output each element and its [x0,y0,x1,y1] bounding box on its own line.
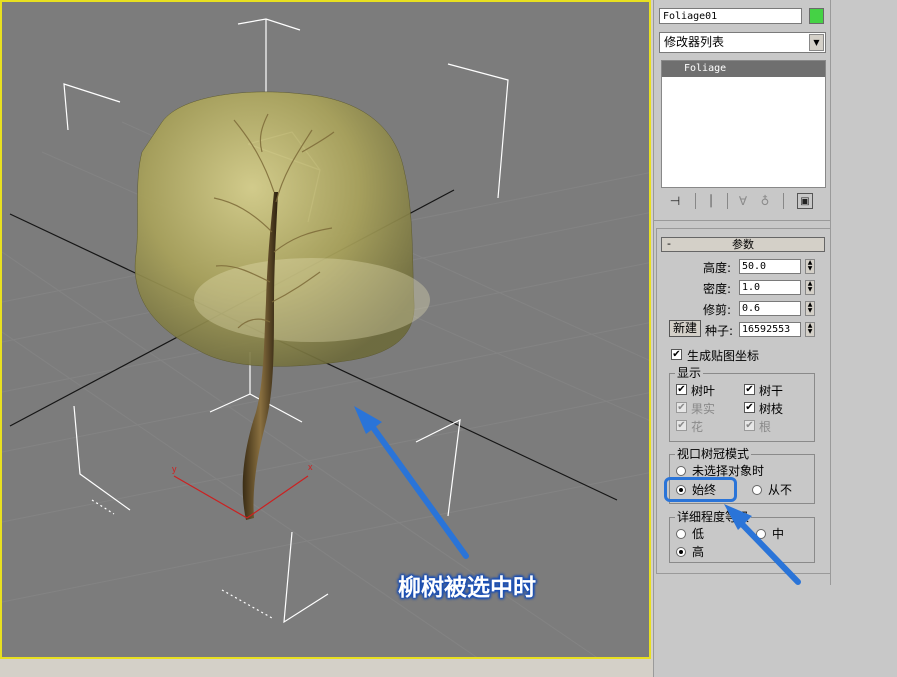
modifier-list-label: 修改器列表 [664,35,725,49]
modifier-stack[interactable]: Foliage [661,60,826,188]
perspective-viewport[interactable]: y x 柳树被选中时 [0,0,651,659]
prune-field[interactable]: 0.6 [739,301,801,316]
pin-stack-icon[interactable]: ⊣ [667,193,683,209]
modifier-list-dropdown[interactable]: 修改器列表 ▼ [659,32,826,53]
roots-checkbox[interactable]: ✔ [744,420,755,431]
rollout-title: 参数 [732,238,754,251]
density-spinner[interactable]: ▲ ▼ [805,280,815,295]
flowers-label: 花 [691,420,704,434]
flowers-checkbox[interactable]: ✔ [676,420,687,431]
lod-high-label: 高 [692,545,705,559]
new-seed-button[interactable]: 新建 [669,320,701,337]
display-group-title: 显示 [675,366,704,380]
viewport-scene: y x [2,18,649,657]
annotation-caption: 柳树被选中时 [398,574,536,601]
command-panel: Foliage01 修改器列表 ▼ Foliage ⊣ ⏐ ∀ ♁ ▣ - 参数… [653,0,897,677]
display-group: 显示 ✔ 树叶 ✔ 树干 ✔ 果实 ✔ 树枝 ✔ 花 ✔ 根 [669,366,815,442]
lod-medium-radio[interactable] [756,529,766,539]
leaves-checkbox[interactable]: ✔ [676,384,687,395]
remove-modifier-icon[interactable]: ♁ [757,193,773,209]
seed-label: 种子: [705,324,734,338]
trunk-label: 树干 [759,384,784,398]
stack-toolbar: ⊣ ⏐ ∀ ♁ ▣ [659,190,827,212]
canopy-mode-title: 视口树冠模式 [675,447,752,461]
chevron-down-icon[interactable]: ▼ [809,34,824,51]
trunk-checkbox[interactable]: ✔ [744,384,755,395]
height-field[interactable]: 50.0 [739,259,801,274]
pivot-axis-tripod [173,475,309,519]
configure-modifier-sets-icon[interactable]: ▣ [797,193,813,209]
canopy-base-highlight [194,258,430,342]
rollout-header[interactable]: - 参数 [661,237,825,252]
lod-low-radio[interactable] [676,529,686,539]
level-of-detail-group: 详细程度等级 低 中 高 [669,510,815,563]
level-of-detail-title: 详细程度等级 [675,510,752,524]
parameters-rollout: - 参数 高度: 50.0 ▲ ▼ 密度: 1.0 ▲ ▼ 修剪: 0.6 ▲ ▼ 新… [656,228,832,574]
object-name-field[interactable]: Foliage01 [659,8,802,24]
prune-label: 修剪: [703,303,732,317]
gen-mapping-checkbox[interactable]: ✔ [671,349,682,360]
gen-mapping-label: 生成贴图坐标 [687,349,760,363]
collapse-icon[interactable]: - [667,237,671,250]
stack-item-foliage[interactable]: Foliage [662,61,825,77]
axis-label-y: y [172,464,177,474]
lod-medium-label: 中 [772,527,785,541]
roots-label: 根 [759,420,772,434]
seed-field[interactable]: 16592553 [739,322,801,337]
height-label: 高度: [703,261,732,275]
canopy-when-not-selected-radio[interactable] [676,466,686,476]
lod-high-radio[interactable] [676,547,686,557]
density-label: 密度: [703,282,732,296]
annotation-arrow [354,406,469,559]
leaves-label: 树叶 [691,384,716,398]
canopy-never-label: 从不 [768,483,793,497]
object-color-swatch[interactable] [809,8,824,24]
lod-low-label: 低 [692,527,705,541]
command-panel-scrollbar[interactable] [830,0,845,585]
prune-spinner[interactable]: ▲ ▼ [805,301,815,316]
height-spinner[interactable]: ▲ ▼ [805,259,815,274]
fruit-label: 果实 [691,402,716,416]
seed-spinner[interactable]: ▲ ▼ [805,322,815,337]
canopy-never-radio[interactable] [752,485,762,495]
axis-label-x: x [308,462,313,472]
branches-checkbox[interactable]: ✔ [744,402,755,413]
annotation-highlight-box [664,477,737,502]
branches-label: 树枝 [759,402,784,416]
make-unique-icon[interactable]: ∀ [735,193,751,209]
fruit-checkbox[interactable]: ✔ [676,402,687,413]
density-field[interactable]: 1.0 [739,280,801,295]
show-end-result-icon[interactable]: ⏐ [703,193,719,209]
